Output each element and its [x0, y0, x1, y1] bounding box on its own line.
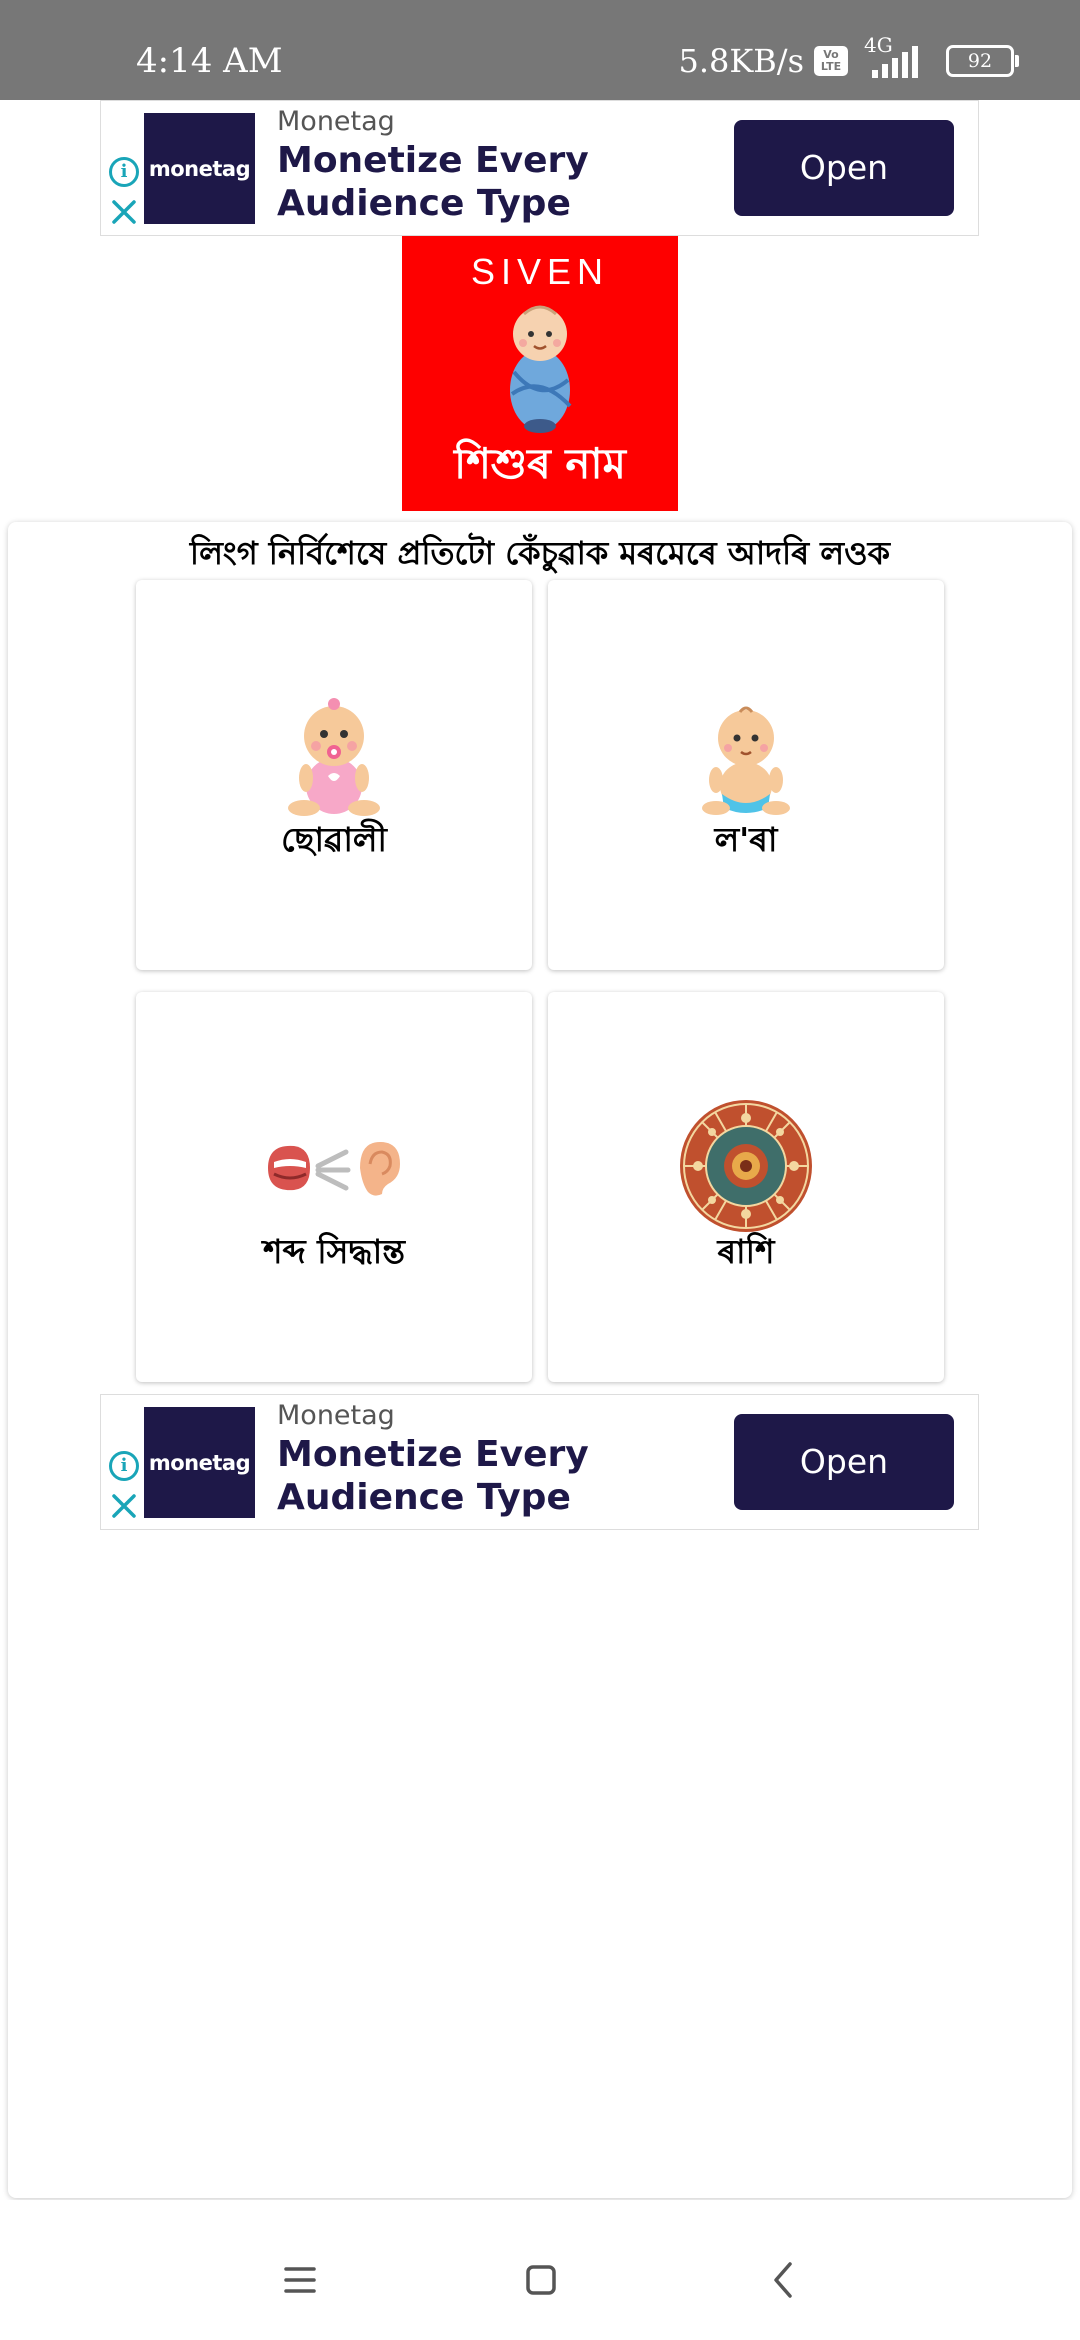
tile-label-girl: ছোৱালী — [281, 820, 387, 859]
tile-label-zodiac: ৰাশি — [717, 1232, 775, 1271]
swaddled-baby-icon — [510, 305, 572, 433]
ad-brand: Monetag — [277, 106, 395, 137]
tile-label-boy: ল'ৰা — [714, 820, 778, 859]
close-icon[interactable] — [109, 197, 139, 227]
close-icon[interactable] — [109, 1491, 139, 1521]
tile-zodiac[interactable]: ৰাশি — [548, 992, 944, 1382]
status-indicators: 5.8KB/s Vo LTE 4G 92 — [678, 34, 1019, 84]
ad-text[interactable]: Monetag Monetize Every Audience Type — [277, 105, 717, 225]
main-card: লিংগ নিৰ্বিশেষে প্ৰতিটো কেঁচুৱাক মৰমেৰে … — [8, 522, 1072, 2198]
info-icon[interactable]: i — [109, 157, 139, 187]
tile-sound[interactable]: শব্দ সিদ্ধান্ত — [136, 992, 532, 1382]
ad-open-button[interactable]: Open — [734, 1414, 954, 1510]
signal-bars-icon — [872, 46, 918, 78]
logo-brand: SIVEN — [470, 251, 610, 292]
info-icon[interactable]: i — [109, 1451, 139, 1481]
navigation-bar — [0, 2200, 1080, 2340]
back-icon[interactable] — [754, 2250, 814, 2310]
app-logo: SIVEN শিশুৰ নাম — [402, 236, 678, 511]
tile-label-sound: শব্দ সিদ্ধান্ত — [263, 1232, 405, 1271]
baby-girl-icon — [288, 698, 380, 816]
ad-headline: Monetize Every Audience Type — [277, 140, 589, 224]
monetag-logo: monetag — [144, 1407, 255, 1518]
ad-brand: Monetag — [277, 1400, 395, 1431]
logo-title: শিশুৰ নাম — [454, 439, 626, 488]
battery-level: 92 — [967, 50, 993, 72]
baby-boy-icon — [702, 706, 790, 815]
battery-icon: 92 — [946, 45, 1019, 77]
menu-icon[interactable] — [270, 2250, 330, 2310]
monetag-logo: monetag — [144, 113, 255, 224]
ad-banner-top[interactable]: i monetag Monetag Monetize Every Audienc… — [100, 100, 979, 236]
zodiac-wheel-icon — [680, 1100, 812, 1232]
network-speed: 5.8KB/s — [678, 42, 804, 80]
volte-icon: Vo LTE — [814, 46, 848, 76]
ad-open-button[interactable]: Open — [734, 120, 954, 216]
volte-label-bottom: LTE — [820, 60, 842, 73]
home-icon[interactable] — [511, 2250, 571, 2310]
tile-boy[interactable]: ল'ৰা — [548, 580, 944, 970]
status-time: 4:14 AM — [136, 41, 283, 81]
mouth-ear-sound-icon — [268, 1142, 400, 1196]
ad-banner-bottom[interactable]: i monetag Monetag Monetize Every Audienc… — [100, 1394, 979, 1530]
ad-text[interactable]: Monetag Monetize Every Audience Type — [277, 1399, 717, 1519]
tile-girl[interactable]: ছোৱালী — [136, 580, 532, 970]
page-heading: লিংগ নিৰ্বিশেষে প্ৰতিটো কেঁচুৱাক মৰমেৰে … — [189, 534, 891, 572]
status-bar: 4:14 AM 5.8KB/s Vo LTE 4G 92 — [0, 0, 1080, 100]
ad-headline: Monetize Every Audience Type — [277, 1434, 589, 1518]
signal-icon: 4G — [858, 34, 930, 84]
